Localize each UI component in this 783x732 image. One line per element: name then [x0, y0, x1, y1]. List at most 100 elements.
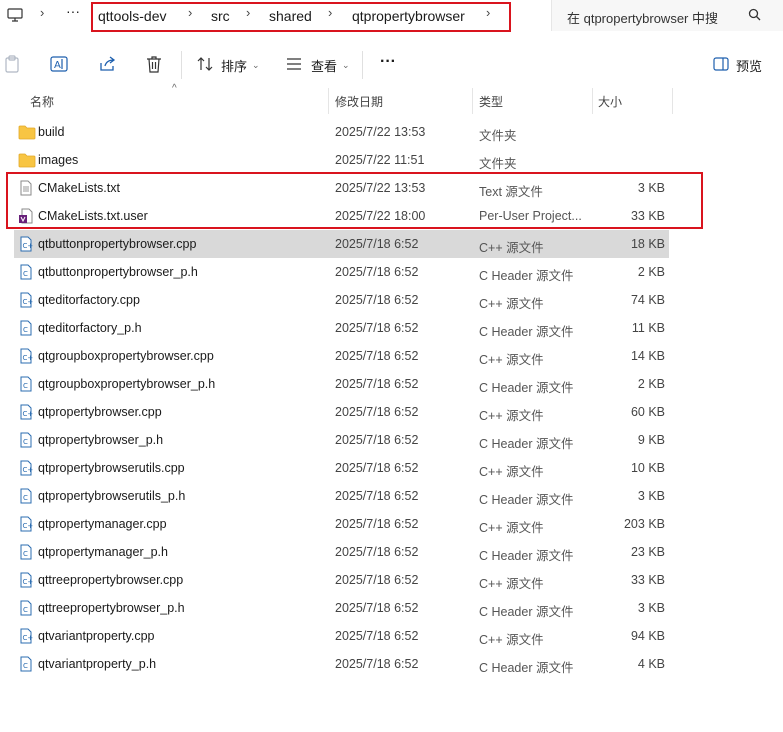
breadcrumb-item-shared[interactable]: shared — [269, 7, 312, 25]
folder-icon — [18, 124, 36, 140]
column-header-name[interactable]: 名称 — [30, 93, 54, 110]
preview-label: 预览 — [736, 58, 763, 74]
file-row[interactable]: C+ qtvariantproperty.cpp 2025/7/18 6:52 C++… — [14, 622, 669, 650]
breadcrumb-item-src[interactable]: src — [211, 7, 230, 25]
search-icon[interactable] — [748, 8, 761, 26]
file-name: qtgroupboxpropertybrowser.cpp — [38, 349, 214, 363]
file-row[interactable]: Cqtbuttonpropertybrowser_p.h 2025/7/18 6:… — [14, 258, 669, 286]
sort-icon — [197, 56, 215, 75]
column-divider[interactable] — [472, 88, 473, 114]
share-icon[interactable] — [98, 55, 116, 78]
column-divider[interactable] — [328, 88, 329, 114]
search-box[interactable]: 在 qtpropertybrowser 中搜 — [551, 0, 783, 31]
file-type: C Header 源文件 — [479, 269, 574, 283]
file-date: 2025/7/18 6:52 — [335, 657, 419, 671]
search-input[interactable]: 在 qtpropertybrowser 中搜 — [567, 8, 718, 27]
toolbar-separator — [181, 51, 182, 79]
file-date: 2025/7/18 6:52 — [335, 489, 419, 503]
file-row[interactable]: Cqtpropertybrowserutils_p.h 2025/7/18 6:5… — [14, 482, 669, 510]
file-row[interactable]: Cqtpropertybrowser_p.h 2025/7/18 6:52 C He… — [14, 426, 669, 454]
file-type: 文件夹 — [479, 129, 517, 143]
svg-text:C: C — [23, 270, 28, 278]
delete-icon[interactable] — [146, 55, 162, 78]
file-row[interactable]: C+ qtpropertymanager.cpp 2025/7/18 6:52 C++… — [14, 510, 669, 538]
column-divider[interactable] — [592, 88, 593, 114]
chevron-down-icon: ⌄ — [252, 59, 260, 70]
file-name: qteditorfactory.cpp — [38, 293, 140, 307]
more-options-button[interactable]: ··· — [380, 53, 396, 71]
chevron-right-icon[interactable]: › — [328, 5, 332, 20]
file-size: 3 KB — [637, 601, 665, 615]
file-type: C Header 源文件 — [479, 437, 574, 451]
breadcrumb-item-qtpropertybrowser[interactable]: qtpropertybrowser — [352, 7, 465, 25]
more-locations-button[interactable]: ··· — [66, 3, 80, 19]
breadcrumb-item-qttools-dev[interactable]: qttools-dev — [98, 7, 166, 25]
file-type: C Header 源文件 — [479, 549, 574, 563]
column-header-type[interactable]: 类型 — [479, 93, 503, 110]
file-size: 94 KB — [630, 629, 665, 643]
file-row[interactable]: Cqtvariantproperty_p.h 2025/7/18 6:52 C He… — [14, 650, 669, 678]
paste-icon[interactable] — [4, 55, 20, 78]
svg-text:C+: C+ — [23, 634, 34, 642]
file-row[interactable]: C+ qtgroupboxpropertybrowser.cpp 2025/7/18… — [14, 342, 669, 370]
file-row[interactable]: C+ qtpropertybrowser.cpp 2025/7/18 6:52 C++… — [14, 398, 669, 426]
file-date: 2025/7/18 6:52 — [335, 461, 419, 475]
file-size: 203 KB — [623, 517, 665, 531]
chevron-right-icon[interactable]: › — [246, 5, 250, 20]
svg-text:C+: C+ — [23, 578, 34, 586]
file-name: qtvariantproperty_p.h — [38, 657, 157, 671]
file-row[interactable]: C+ qteditorfactory.cpp 2025/7/18 6:52 C++ 源… — [14, 286, 669, 314]
file-row[interactable]: C+ qttreepropertybrowser.cpp 2025/7/18 6:5… — [14, 566, 669, 594]
sort-button[interactable]: 排序 ⌄ — [197, 54, 260, 76]
column-divider[interactable] — [672, 88, 673, 114]
file-type: C Header 源文件 — [479, 381, 574, 395]
file-type: C++ 源文件 — [479, 297, 544, 311]
file-row[interactable]: Cqttreepropertybrowser_p.h 2025/7/18 6:52… — [14, 594, 669, 622]
file-date: 2025/7/18 6:52 — [335, 237, 419, 251]
file-size: 3 KB — [637, 489, 665, 503]
file-size: 4 KB — [637, 657, 665, 671]
cpp-file-icon: C+ — [18, 572, 34, 588]
preview-pane-button[interactable]: 预览 — [713, 54, 762, 76]
file-size: 10 KB — [630, 461, 665, 475]
view-button[interactable]: 查看 ⌄ — [286, 54, 350, 76]
cmake-files-highlight — [6, 172, 703, 229]
svg-text:C: C — [23, 494, 28, 502]
svg-text:C+: C+ — [23, 298, 34, 306]
file-row[interactable]: images 2025/7/22 11:51 文件夹 — [14, 146, 669, 174]
cpp-file-icon: C+ — [18, 628, 34, 644]
file-row[interactable]: build 2025/7/22 13:53 文件夹 — [14, 118, 669, 146]
file-row[interactable]: Cqteditorfactory_p.h 2025/7/18 6:52 C Head… — [14, 314, 669, 342]
file-type: 文件夹 — [479, 157, 517, 171]
file-name: qtpropertymanager_p.h — [38, 545, 168, 559]
chevron-right-icon[interactable]: › — [188, 5, 192, 20]
chevron-right-icon[interactable]: › — [486, 5, 490, 20]
file-row[interactable]: C+ qtpropertybrowserutils.cpp 2025/7/18 6:… — [14, 454, 669, 482]
file-date: 2025/7/22 13:53 — [335, 125, 426, 139]
header-file-icon: C — [18, 432, 34, 448]
file-date: 2025/7/18 6:52 — [335, 265, 419, 279]
this-pc-icon[interactable] — [7, 8, 23, 28]
header-file-icon: C — [18, 656, 34, 672]
rename-icon[interactable]: A — [50, 55, 68, 78]
column-header-size[interactable]: 大小 — [598, 93, 622, 110]
file-type: C++ 源文件 — [479, 241, 544, 255]
svg-text:C: C — [23, 382, 28, 390]
file-date: 2025/7/18 6:52 — [335, 405, 419, 419]
file-size: 74 KB — [630, 293, 665, 307]
svg-text:C: C — [23, 550, 28, 558]
file-type: C++ 源文件 — [479, 353, 544, 367]
file-type: C++ 源文件 — [479, 465, 544, 479]
column-header-date[interactable]: 修改日期 — [335, 93, 383, 110]
file-name: qtpropertybrowser_p.h — [38, 433, 164, 447]
file-size: 9 KB — [637, 433, 665, 447]
file-row[interactable]: Cqtpropertymanager_p.h 2025/7/18 6:52 C He… — [14, 538, 669, 566]
svg-text:C+: C+ — [23, 522, 34, 530]
svg-text:C: C — [23, 606, 28, 614]
file-date: 2025/7/18 6:52 — [335, 321, 419, 335]
file-name: qtpropertybrowser.cpp — [38, 405, 162, 419]
file-row[interactable]: C+ qtbuttonpropertybrowser.cpp 2025/7/18 6… — [14, 230, 669, 258]
chevron-right-icon[interactable]: › — [40, 5, 44, 20]
header-file-icon: C — [18, 600, 34, 616]
file-row[interactable]: Cqtgroupboxpropertybrowser_p.h 2025/7/18 … — [14, 370, 669, 398]
